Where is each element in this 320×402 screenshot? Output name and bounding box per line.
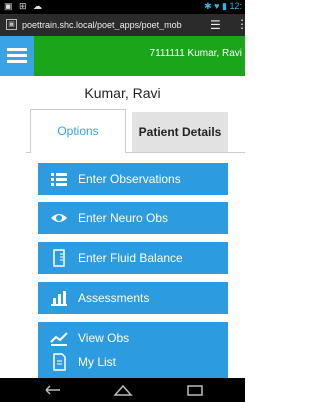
menu-label: Enter Fluid Balance xyxy=(78,251,183,265)
trend-icon xyxy=(50,332,68,346)
document-icon xyxy=(53,353,66,371)
bar-chart-icon xyxy=(51,291,67,306)
more-options-icon[interactable]: ⋮ xyxy=(236,17,248,31)
fluid-icon xyxy=(53,249,65,267)
hamburger-menu-button[interactable] xyxy=(0,36,34,76)
home-icon[interactable] xyxy=(112,384,134,396)
status-bar: ▣ ⊞ ☁ ✱ ♥ ▮ 12: xyxy=(0,0,245,14)
page-icon: ▣ xyxy=(6,19,17,30)
eye-icon xyxy=(51,214,67,222)
enter-neuro-obs-button[interactable]: Enter Neuro Obs xyxy=(38,202,228,234)
menu-label: Assessments xyxy=(78,291,150,305)
assessments-button[interactable]: Assessments xyxy=(38,282,228,314)
android-nav-bar xyxy=(0,378,245,402)
status-icons-left: ▣ ⊞ ☁ xyxy=(4,1,45,11)
menu-label: My List xyxy=(78,355,117,369)
tabs-menu-icon[interactable]: ☰ xyxy=(210,18,221,32)
app-header: 7111111 Kumar, Ravi xyxy=(0,36,245,76)
patient-name-heading: Kumar, Ravi xyxy=(84,85,161,101)
recent-apps-icon[interactable] xyxy=(184,384,206,396)
menu-label: Enter Neuro Obs xyxy=(78,211,169,225)
my-list-button[interactable]: My List xyxy=(38,346,228,378)
enter-observations-button[interactable]: Enter Observations xyxy=(38,163,228,195)
tab-options[interactable]: Options xyxy=(30,109,126,153)
menu-label: View Obs xyxy=(78,331,130,345)
tab-bar: Options Patient Details xyxy=(0,109,245,153)
status-icons-right: ✱ ♥ ▮ 12: xyxy=(204,1,242,11)
menu-label: Enter Observations xyxy=(78,172,181,186)
enter-fluid-balance-button[interactable]: Enter Fluid Balance xyxy=(38,242,228,274)
browser-url-bar: ▣ poettrain.shc.local/poet_apps/poet_mob… xyxy=(0,14,248,36)
list-icon xyxy=(51,173,67,186)
tab-patient-details[interactable]: Patient Details xyxy=(132,112,228,152)
url-field[interactable]: poettrain.shc.local/poet_apps/poet_mob xyxy=(22,20,200,30)
patient-id-name: 7111111 Kumar, Ravi xyxy=(149,48,242,59)
back-icon[interactable] xyxy=(42,384,64,396)
